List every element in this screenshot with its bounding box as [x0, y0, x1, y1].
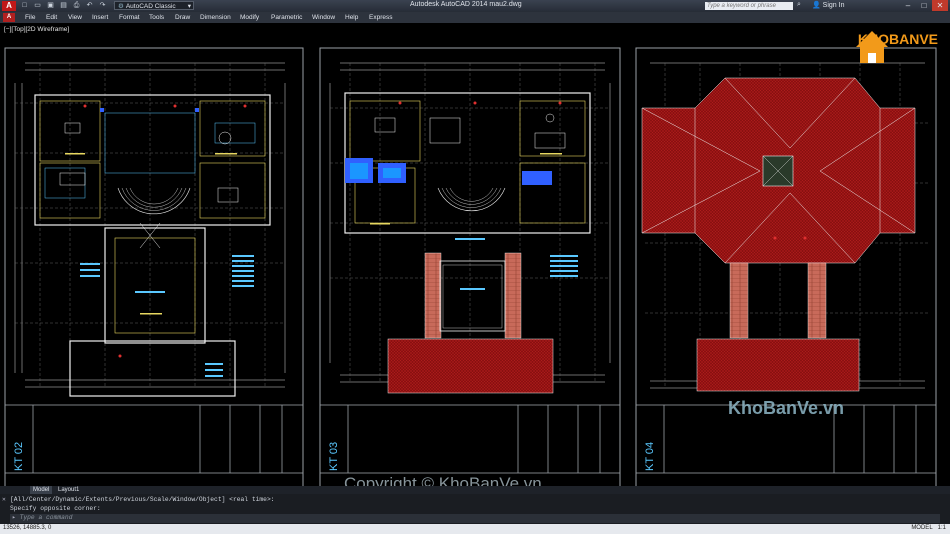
quick-access-toolbar: □ ▭ ▣ ▤ ⎙ ↶ ↷ ▾	[20, 1, 120, 10]
sheet-id-kt04: KT 04	[644, 441, 656, 471]
menu-format[interactable]: Format	[119, 14, 140, 21]
saveas-icon[interactable]: ▤	[59, 1, 68, 10]
menu-file[interactable]: File	[25, 14, 35, 21]
command-input[interactable]: ▸ Type a command	[10, 514, 940, 523]
user-icon: 👤	[812, 2, 821, 9]
minimize-button[interactable]: –	[900, 0, 916, 11]
menu-help[interactable]: Help	[345, 14, 358, 21]
coordinates-readout: 13526, 14885.3, 0	[3, 525, 52, 531]
menu-bar: A File Edit View Insert Format Tools Dra…	[0, 12, 950, 23]
workspace-dropdown[interactable]: ⚙ AutoCAD Classic ▾	[114, 1, 194, 10]
menu-window[interactable]: Window	[312, 14, 335, 21]
menu-modify[interactable]: Modify	[240, 14, 259, 21]
search-tools: ⌕	[797, 1, 801, 9]
window-controls: – □ ✕	[900, 0, 948, 11]
sign-in-button[interactable]: 👤 Sign In	[812, 1, 844, 9]
autocad-logo-icon[interactable]: A	[2, 1, 16, 11]
menu-edit[interactable]: Edit	[46, 14, 57, 21]
application-menu-icon[interactable]: A	[3, 13, 15, 22]
search-input[interactable]: Type a keyword or phrase	[705, 2, 793, 10]
sheet-id-kt03: KT 03	[328, 441, 340, 471]
close-command-icon[interactable]: ✕	[2, 496, 6, 503]
open-icon[interactable]: ▭	[33, 1, 42, 10]
sheet-kt04	[635, 47, 937, 486]
tab-model[interactable]: Model	[30, 486, 53, 494]
tab-layout1[interactable]: Layout1	[55, 486, 82, 494]
logo-text: KHOBANVE	[857, 31, 938, 47]
gear-icon: ⚙	[118, 3, 124, 10]
sheet-kt02	[4, 47, 304, 486]
menu-insert[interactable]: Insert	[92, 14, 108, 21]
command-placeholder: Type a command	[19, 514, 73, 521]
workspace-label: AutoCAD Classic	[125, 3, 176, 10]
watermark-text: KhoBanVe.vn	[728, 398, 845, 418]
drawing-viewport[interactable]: [−][Top][2D Wireframe] KT 02 KT 03 KT 04…	[0, 23, 950, 486]
sheet-id-kt02: KT 02	[13, 441, 25, 471]
maximize-button[interactable]: □	[916, 0, 932, 11]
undo-icon[interactable]: ↶	[85, 1, 94, 10]
layout-tabs: Model Layout1	[0, 486, 950, 494]
chevron-down-icon: ▾	[187, 3, 191, 10]
save-icon[interactable]: ▣	[46, 1, 55, 10]
model-space-button[interactable]: MODEL	[911, 525, 932, 531]
sign-in-label: Sign In	[822, 2, 845, 9]
sheet-kt03	[319, 47, 621, 486]
menu-view[interactable]: View	[68, 14, 82, 21]
menu-draw[interactable]: Draw	[175, 14, 190, 21]
command-history-1: [All/Center/Dynamic/Extents/Previous/Sca…	[10, 496, 275, 503]
window-title: Autodesk AutoCAD 2014 mau2.dwg	[410, 1, 522, 8]
menu-express[interactable]: Express	[369, 14, 392, 21]
menu-tools[interactable]: Tools	[149, 14, 164, 21]
annotation-scale[interactable]: 1:1	[938, 525, 946, 531]
title-bar: A □ ▭ ▣ ▤ ⎙ ↶ ↷ ▾ ⚙AutoCAD Classic ▾ Aut…	[0, 0, 950, 12]
redo-icon[interactable]: ↷	[98, 1, 107, 10]
status-bar: 13526, 14885.3, 0 MODEL 1:1	[0, 524, 950, 534]
binoculars-icon[interactable]: ⌕	[797, 1, 801, 9]
new-icon[interactable]: □	[20, 1, 29, 10]
menu-dimension[interactable]: Dimension	[200, 14, 231, 21]
command-line: ✕ [All/Center/Dynamic/Extents/Previous/S…	[0, 494, 950, 524]
command-prompt-icon: ▸	[12, 514, 16, 521]
close-button[interactable]: ✕	[932, 0, 948, 11]
plot-icon[interactable]: ⎙	[72, 1, 81, 10]
command-history-2: Specify opposite corner:	[10, 505, 101, 512]
menu-parametric[interactable]: Parametric	[271, 14, 302, 21]
